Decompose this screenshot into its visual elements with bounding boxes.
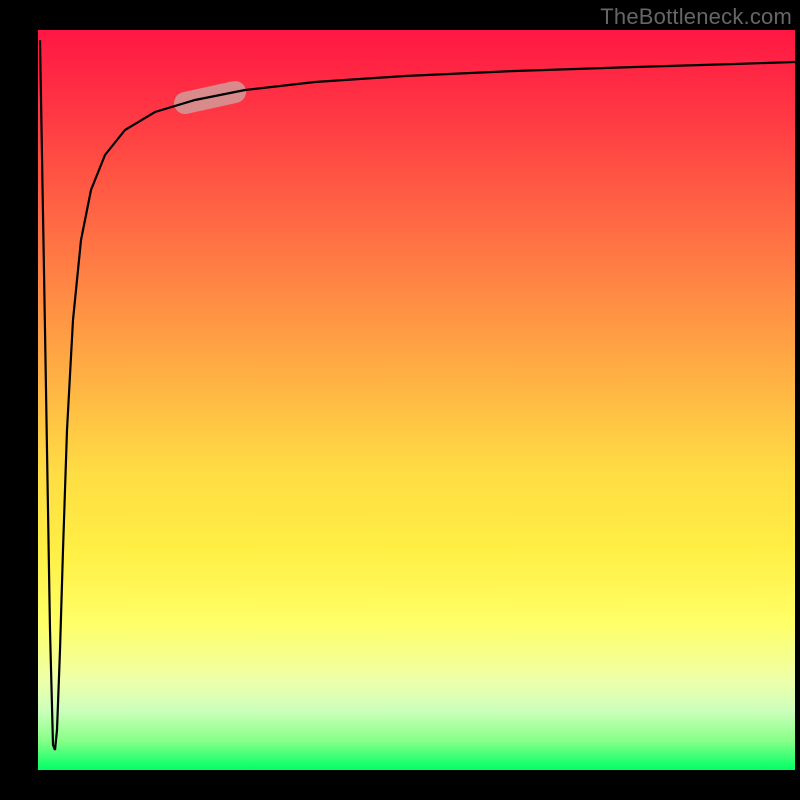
watermark-text: TheBottleneck.com	[600, 4, 792, 30]
x-axis	[33, 770, 798, 773]
chart-container: TheBottleneck.com	[0, 0, 800, 800]
bottleneck-curve	[40, 40, 795, 750]
curve-svg	[35, 30, 795, 770]
